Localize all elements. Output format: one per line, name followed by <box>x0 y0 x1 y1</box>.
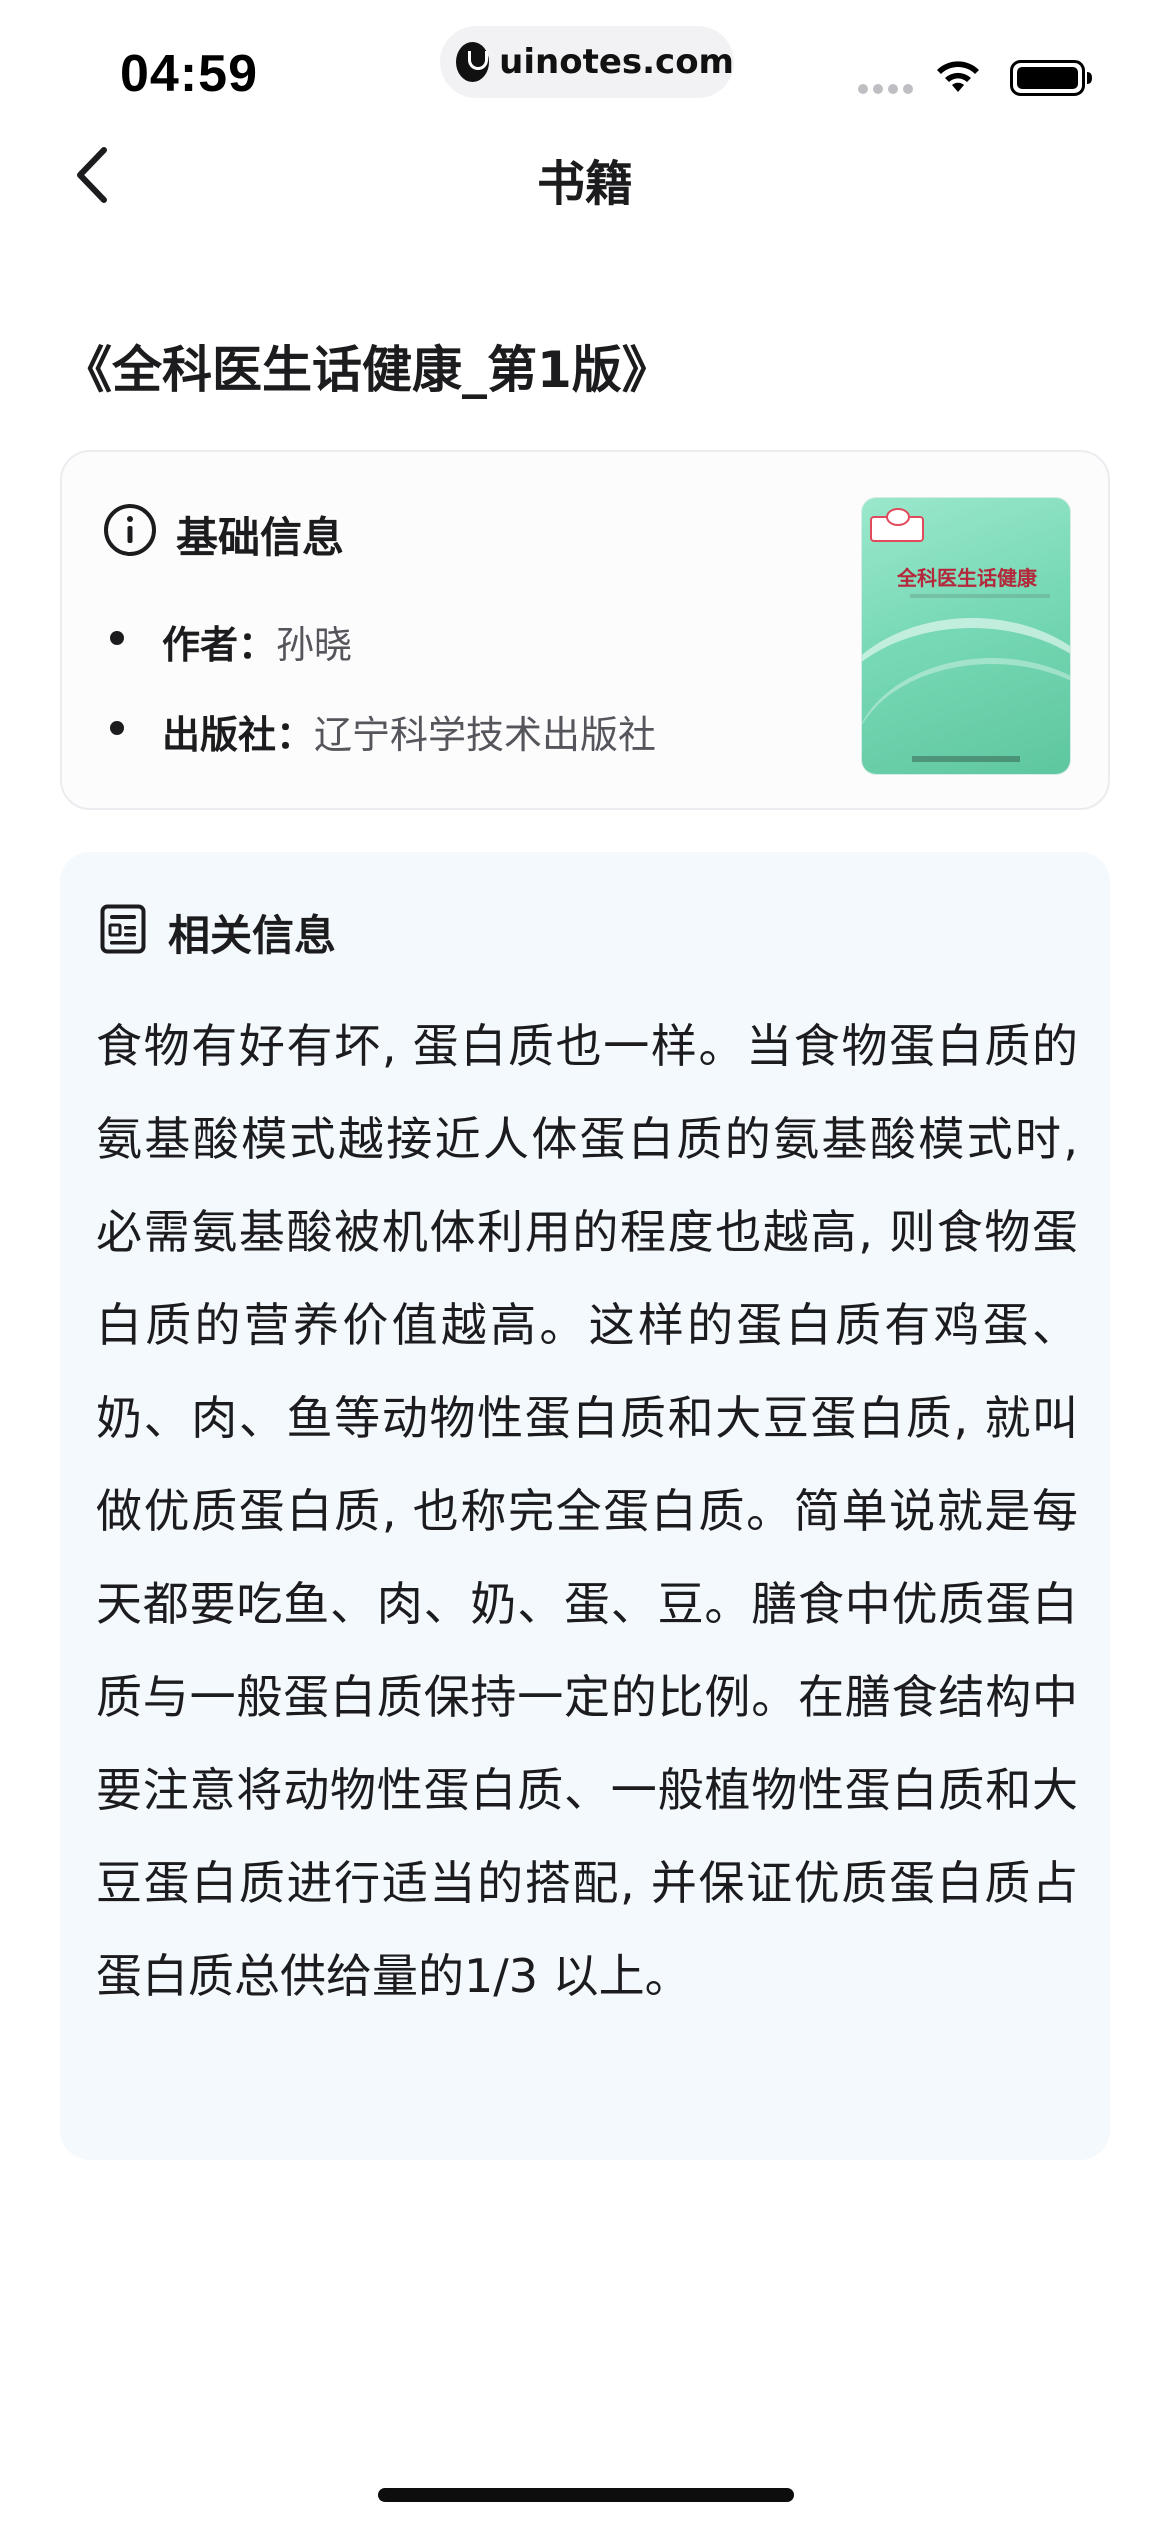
book-cover-image[interactable]: 全科医生话健康 <box>862 498 1070 774</box>
site-name: uinotes.com <box>499 42 734 82</box>
page-title: 书籍 <box>536 156 633 212</box>
cover-title: 全科医生话健康 <box>897 566 1037 590</box>
publisher-row: 出版社：辽宁科学技术出版社 <box>162 704 656 759</box>
site-logo-icon <box>456 42 490 82</box>
author-label: 作者： <box>162 623 277 667</box>
publisher-value: 辽宁科学技术出版社 <box>314 713 657 757</box>
cover-publisher-badge <box>870 508 924 542</box>
cover-publisher-line <box>912 756 1020 762</box>
author-value: 孙晓 <box>276 623 353 667</box>
home-indicator[interactable] <box>378 2488 794 2502</box>
battery-icon <box>1010 60 1092 96</box>
wifi-icon <box>937 61 979 92</box>
site-badge: uinotes.com <box>440 26 734 98</box>
publisher-label: 出版社： <box>162 713 315 757</box>
bullet-dot <box>110 721 124 735</box>
related-info-heading: 相关信息 <box>168 911 337 960</box>
basic-info-heading: 基础信息 <box>176 513 345 562</box>
author-row: 作者：孙晓 <box>162 614 352 669</box>
cover-subtitle-line <box>910 594 1050 598</box>
bullet-dot <box>110 631 124 645</box>
info-icon <box>104 504 156 556</box>
back-button[interactable] <box>60 140 130 210</box>
cellular-signal-icon <box>858 82 916 96</box>
book-title: 《全科医生话健康_第1版》 <box>62 341 672 399</box>
document-icon <box>100 904 146 954</box>
related-info-text: 食物有好有坏, 蛋白质也一样。当食物蛋白质的氨基酸模式越接近人体蛋白质的氨基酸模… <box>96 1019 1078 2003</box>
status-time: 04:59 <box>120 45 258 103</box>
